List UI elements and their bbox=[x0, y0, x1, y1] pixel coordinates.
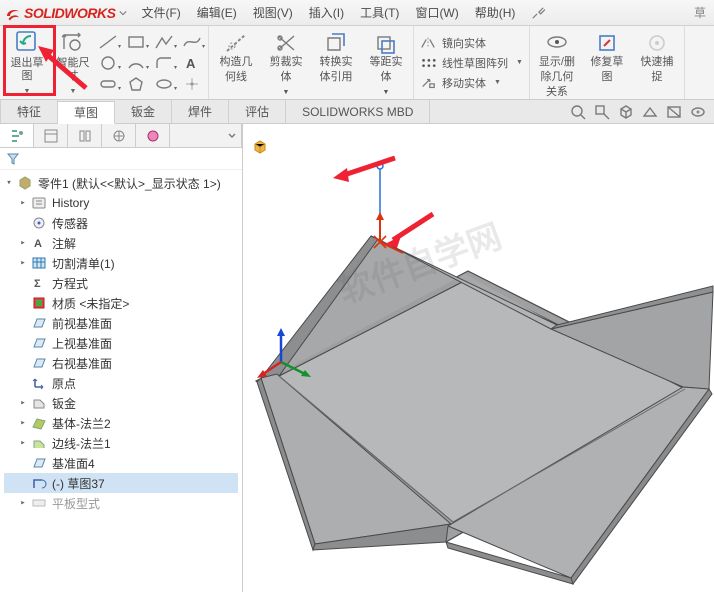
panel-tab-feature-tree[interactable] bbox=[0, 124, 34, 147]
hide-show-icon[interactable] bbox=[690, 104, 706, 120]
rectangle-icon[interactable]: ▾ bbox=[126, 34, 146, 50]
expand-icon[interactable]: ▸ bbox=[18, 258, 28, 268]
svg-text:Σ: Σ bbox=[34, 278, 41, 290]
zoom-area-icon[interactable] bbox=[594, 104, 610, 120]
annotation-arrow-3 bbox=[383, 210, 437, 250]
expand-icon[interactable]: ▸ bbox=[18, 438, 28, 448]
tree-root[interactable]: ▾ 零件1 (默认<<默认>_显示状态 1>) bbox=[4, 173, 238, 193]
expand-icon[interactable]: ▸ bbox=[18, 498, 28, 508]
menu-search-icon[interactable] bbox=[523, 3, 553, 23]
line-icon[interactable]: ▾ bbox=[98, 34, 118, 50]
document-hint: 草 bbox=[694, 4, 714, 21]
svg-text:A: A bbox=[34, 238, 42, 250]
tab-weldments[interactable]: 焊件 bbox=[172, 100, 229, 123]
tree-sensors[interactable]: 传感器 bbox=[4, 213, 238, 233]
polygon-icon[interactable] bbox=[126, 76, 146, 92]
point-icon[interactable] bbox=[182, 76, 202, 92]
arc-icon[interactable]: ▾ bbox=[126, 55, 146, 71]
tree-base-flange[interactable]: ▸ 基体-法兰2 bbox=[4, 413, 238, 433]
convert-entities-button[interactable]: 转换实 体引用 bbox=[313, 32, 359, 84]
tree-front-plane[interactable]: 前视基准面 bbox=[4, 313, 238, 333]
menu-file[interactable]: 文件(F) bbox=[133, 1, 188, 24]
view-orientation-icon[interactable] bbox=[618, 104, 634, 120]
tab-evaluate[interactable]: 评估 bbox=[229, 100, 286, 123]
quick-snap-button[interactable]: 快速捕 捉 bbox=[634, 32, 680, 84]
app-menu-chevron-icon[interactable] bbox=[119, 9, 127, 17]
slot-icon[interactable]: ▾ bbox=[98, 76, 118, 92]
panel-tab-config-mgr[interactable] bbox=[68, 124, 102, 147]
solidworks-swirl-icon bbox=[4, 4, 22, 22]
menu-window[interactable]: 窗口(W) bbox=[407, 1, 466, 24]
polyline-icon[interactable]: ▾ bbox=[154, 34, 174, 50]
display-style-icon[interactable] bbox=[642, 104, 658, 120]
menu-edit[interactable]: 编辑(E) bbox=[189, 1, 245, 24]
view-quick-tools bbox=[570, 104, 714, 120]
tree-annotations[interactable]: ▸ A 注解 bbox=[4, 233, 238, 253]
annotation-arrow-2 bbox=[331, 152, 401, 186]
svg-text:A: A bbox=[186, 56, 196, 71]
tree-history[interactable]: ▸ History bbox=[4, 193, 238, 213]
construction-geometry-button[interactable]: 构造几 何线 bbox=[213, 32, 259, 84]
ellipse-icon[interactable]: ▾ bbox=[154, 76, 174, 92]
text-icon[interactable]: A bbox=[182, 55, 202, 71]
panel-tab-property-mgr[interactable] bbox=[34, 124, 68, 147]
tree-cutlist[interactable]: ▸ 切割清单(1) bbox=[4, 253, 238, 273]
repair-sketch-button[interactable]: 修复草 图 bbox=[584, 32, 630, 84]
offset-entities-button[interactable]: 等距实 体▼ bbox=[363, 32, 409, 99]
expand-icon[interactable]: ▸ bbox=[18, 418, 28, 428]
app-brand-text: SOLIDWORKS bbox=[24, 5, 115, 21]
tree-right-plane[interactable]: 右视基准面 bbox=[4, 353, 238, 373]
menu-view[interactable]: 视图(V) bbox=[245, 1, 301, 24]
annotation-arrow-1 bbox=[36, 44, 96, 92]
tree-flat-pattern[interactable]: ▸ 平板型式 bbox=[4, 493, 238, 513]
sketch-tools-grid: ▾ ▾ ▾ ▾ ▾ ▾ ▾ A ▾ ▾ bbox=[98, 32, 204, 94]
expand-icon[interactable]: ▸ bbox=[18, 398, 28, 408]
orientation-triad-icon[interactable] bbox=[251, 138, 269, 156]
app-logo: SOLIDWORKS bbox=[4, 4, 133, 22]
zoom-fit-icon[interactable] bbox=[570, 104, 586, 120]
tab-mbd[interactable]: SOLIDWORKS MBD bbox=[286, 100, 430, 123]
display-delete-relations-button[interactable]: 显示/删 除几何 关系 bbox=[534, 32, 580, 99]
tree-plane4[interactable]: 基准面4 bbox=[4, 453, 238, 473]
trim-entities-button[interactable]: 剪裁实 体▼ bbox=[263, 32, 309, 99]
panel-tab-dimxpert[interactable] bbox=[102, 124, 136, 147]
tree-edge-flange[interactable]: ▸ 边线-法兰1 bbox=[4, 433, 238, 453]
mirror-entities-button[interactable]: 镜向实体 bbox=[420, 34, 523, 52]
circle-icon[interactable]: ▾ bbox=[98, 55, 118, 71]
tab-features[interactable]: 特征 bbox=[0, 100, 58, 123]
model-render: 软件自学网 bbox=[243, 124, 714, 592]
tree-sheetmetal-folder[interactable]: ▸ 钣金 bbox=[4, 393, 238, 413]
panel-split-chevron-icon[interactable] bbox=[222, 124, 242, 147]
menu-help[interactable]: 帮助(H) bbox=[467, 1, 524, 24]
tab-sheetmetal[interactable]: 钣金 bbox=[115, 100, 172, 123]
tree-sketch37[interactable]: (-) 草图37 bbox=[4, 473, 238, 493]
filter-icon[interactable] bbox=[6, 152, 20, 166]
expand-icon[interactable]: ▸ bbox=[18, 198, 28, 208]
tree-top-plane[interactable]: 上视基准面 bbox=[4, 333, 238, 353]
tree-equations[interactable]: Σ 方程式 bbox=[4, 273, 238, 293]
spline-icon[interactable]: ▾ bbox=[182, 34, 202, 50]
move-entities-button[interactable]: 移动实体▼ bbox=[420, 74, 523, 92]
menu-insert[interactable]: 插入(I) bbox=[301, 1, 352, 24]
graphics-viewport[interactable]: 软件自学网 bbox=[243, 124, 714, 592]
linear-sketch-pattern-button[interactable]: 线性草图阵列▼ bbox=[420, 54, 523, 72]
feature-tree[interactable]: ▾ 零件1 (默认<<默认>_显示状态 1>) ▸ History 传感器 ▸ … bbox=[0, 170, 242, 592]
section-view-icon[interactable] bbox=[666, 104, 682, 120]
tree-origin[interactable]: 原点 bbox=[4, 373, 238, 393]
menu-tools[interactable]: 工具(T) bbox=[352, 1, 407, 24]
tab-sketch[interactable]: 草图 bbox=[58, 101, 115, 124]
fillet-icon[interactable]: ▾ bbox=[154, 55, 174, 71]
collapse-icon[interactable]: ▾ bbox=[4, 178, 14, 188]
expand-icon[interactable]: ▸ bbox=[18, 238, 28, 248]
panel-tab-display-mgr[interactable] bbox=[136, 124, 170, 147]
tree-material[interactable]: 材质 <未指定> bbox=[4, 293, 238, 313]
